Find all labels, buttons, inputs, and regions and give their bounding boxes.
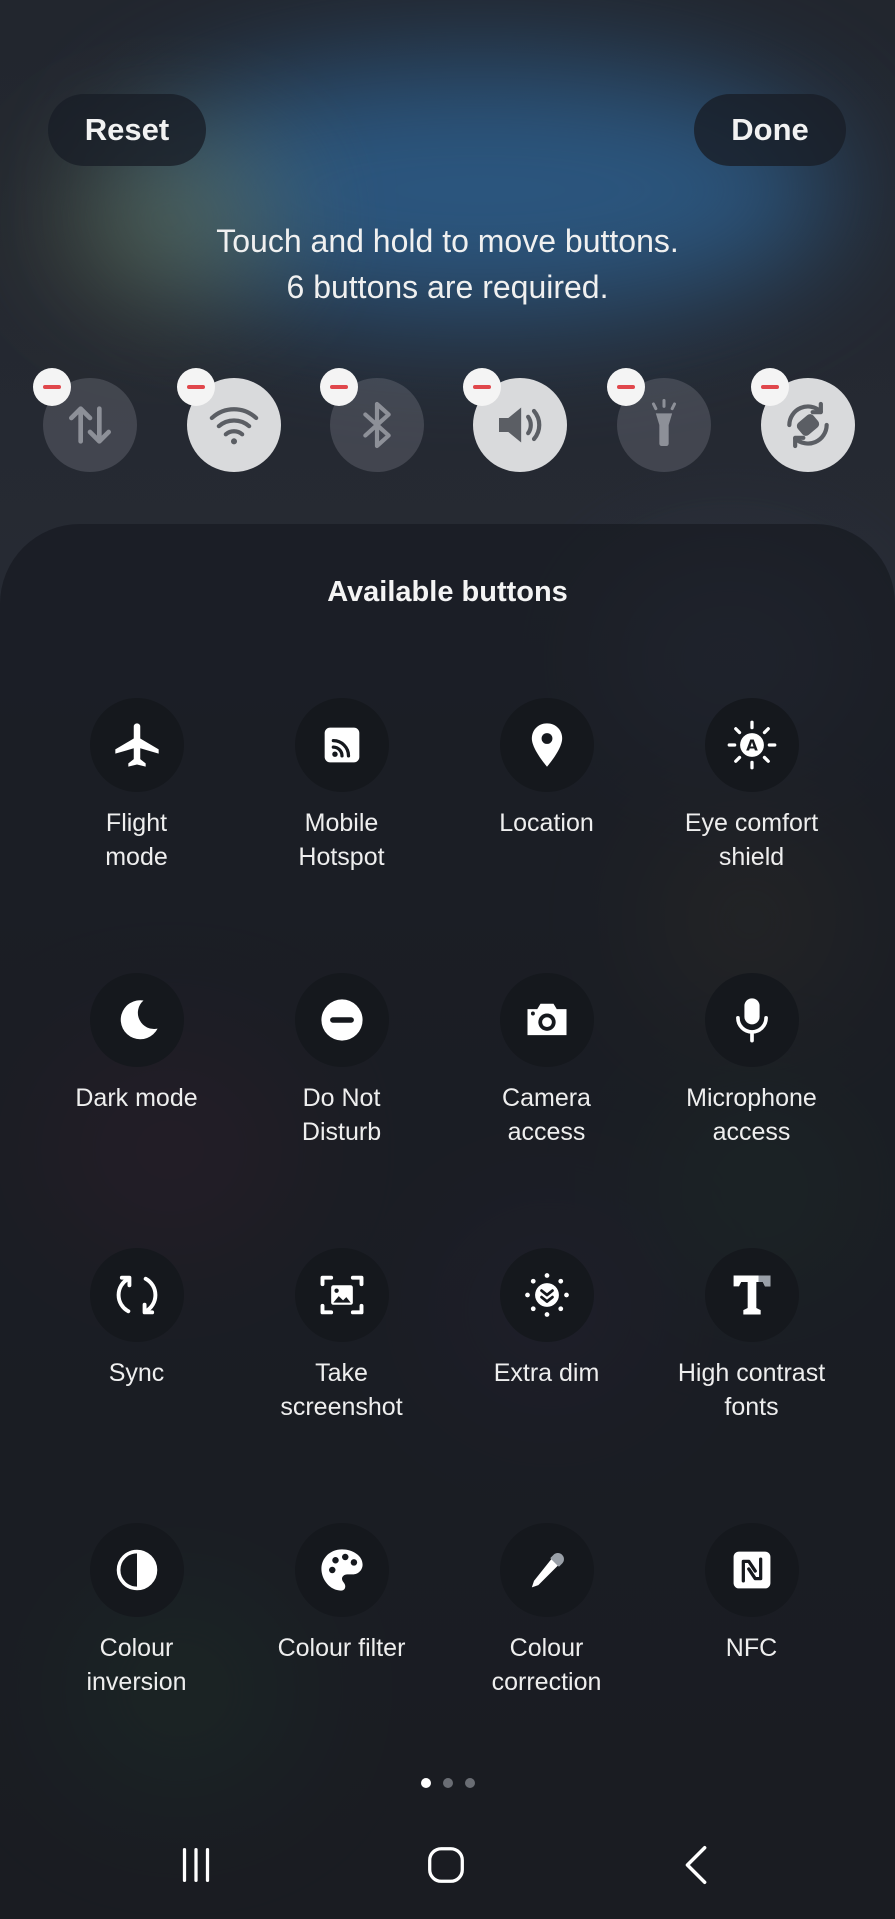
- button-take-screenshot[interactable]: Take screenshot: [239, 1248, 444, 1424]
- button-colour-correction[interactable]: Colour correction: [444, 1523, 649, 1699]
- button-label: Colour filter: [277, 1634, 406, 1662]
- back-button[interactable]: [652, 1830, 742, 1900]
- button-label: Flight mode: [105, 809, 168, 871]
- button-flight-mode[interactable]: Flight mode: [34, 698, 239, 874]
- recent-apps-button[interactable]: [151, 1830, 241, 1900]
- button-label: Colour correction: [491, 1634, 602, 1696]
- high-contrast-font-icon: [733, 1275, 770, 1315]
- button-label: Colour inversion: [86, 1634, 187, 1696]
- button-label: Location: [499, 809, 594, 837]
- button-colour-inversion[interactable]: Colour inversion: [34, 1523, 239, 1699]
- page-indicator: [0, 1778, 895, 1788]
- button-label: Sync: [108, 1359, 165, 1387]
- button-do-not-disturb[interactable]: Do Not Disturb: [239, 973, 444, 1149]
- hint-line-1: Touch and hold to move buttons.: [216, 223, 679, 259]
- button-nfc[interactable]: NFC: [649, 1523, 854, 1665]
- screenshot-icon: [320, 1275, 363, 1315]
- remove-icon[interactable]: [320, 368, 358, 406]
- button-colour-filter[interactable]: Colour filter: [239, 1523, 444, 1665]
- page-dot-3[interactable]: [464, 1778, 475, 1788]
- remove-icon[interactable]: [33, 368, 71, 406]
- camera-icon: [527, 1003, 566, 1036]
- active-tile-auto-rotate[interactable]: [751, 368, 855, 472]
- page-dot-2[interactable]: [442, 1778, 453, 1788]
- available-buttons-title: Available buttons: [327, 576, 568, 608]
- button-dark-mode[interactable]: Dark mode: [34, 973, 239, 1115]
- extra-dim-icon: [524, 1273, 569, 1317]
- button-label: Camera access: [502, 1084, 591, 1146]
- hint-line-2: 6 buttons are required.: [286, 269, 609, 305]
- sound-icon: [499, 407, 542, 443]
- remove-icon[interactable]: [177, 368, 215, 406]
- remove-icon[interactable]: [751, 368, 789, 406]
- active-tile-bluetooth[interactable]: [320, 368, 424, 472]
- home-button[interactable]: [401, 1830, 491, 1900]
- button-label: Take screenshot: [280, 1359, 403, 1421]
- eyedropper-icon: [531, 1553, 564, 1588]
- button-label: Eye comfort shield: [684, 809, 819, 871]
- location-pin-icon: [531, 723, 562, 767]
- bluetooth-icon: [363, 401, 391, 449]
- remove-icon[interactable]: [463, 368, 501, 406]
- instruction-text: Touch and hold to move buttons. 6 button…: [0, 218, 895, 310]
- button-camera-access[interactable]: Camera access: [444, 973, 649, 1149]
- navigation-bar: [0, 1830, 895, 1900]
- flashlight-icon: [651, 398, 677, 446]
- page-dot-1[interactable]: [420, 1778, 431, 1788]
- wifi-icon: [209, 407, 259, 445]
- palette-icon: [320, 1549, 363, 1591]
- button-label: NFC: [725, 1634, 778, 1662]
- button-label: Dark mode: [75, 1084, 198, 1112]
- button-high-contrast-fonts[interactable]: High contrast fonts: [649, 1248, 854, 1424]
- button-label: Mobile Hotspot: [298, 809, 385, 871]
- button-location[interactable]: Location: [444, 698, 649, 840]
- button-eye-comfort-shield[interactable]: A Eye comfort shield: [649, 698, 854, 874]
- active-tile-flashlight[interactable]: [607, 368, 711, 472]
- airplane-icon: [114, 723, 159, 767]
- button-label: High contrast fonts: [677, 1359, 826, 1421]
- button-mobile-hotspot[interactable]: Mobile Hotspot: [239, 698, 444, 874]
- button-extra-dim[interactable]: Extra dim: [444, 1248, 649, 1390]
- active-tile-wifi[interactable]: [177, 368, 281, 472]
- active-tile-sound[interactable]: [463, 368, 567, 472]
- mobile-data-icon: [69, 406, 111, 444]
- sync-icon: [116, 1275, 157, 1315]
- nfc-icon: [733, 1551, 770, 1589]
- button-microphone-access[interactable]: Microphone access: [649, 973, 854, 1149]
- active-tile-mobile-data[interactable]: [33, 368, 137, 472]
- colour-inversion-icon: [116, 1549, 157, 1591]
- eye-comfort-icon: A: [727, 720, 776, 770]
- recent-apps-icon: [182, 1848, 210, 1882]
- svg-text:A: A: [746, 736, 758, 754]
- home-icon: [428, 1847, 464, 1883]
- active-buttons-row: [0, 368, 895, 478]
- button-sync[interactable]: Sync: [34, 1248, 239, 1390]
- button-label: Extra dim: [493, 1359, 600, 1387]
- do-not-disturb-icon: [320, 999, 363, 1041]
- button-label: Microphone access: [686, 1084, 817, 1146]
- back-chevron-icon: [685, 1846, 707, 1884]
- microphone-icon: [735, 998, 768, 1043]
- hotspot-icon: [324, 727, 359, 763]
- reset-button[interactable]: Reset: [48, 94, 206, 166]
- moon-icon: [120, 1000, 158, 1040]
- button-label: Do Not Disturb: [301, 1084, 382, 1146]
- remove-icon[interactable]: [607, 368, 645, 406]
- auto-rotate-icon: [787, 401, 829, 449]
- done-button[interactable]: Done: [694, 94, 846, 166]
